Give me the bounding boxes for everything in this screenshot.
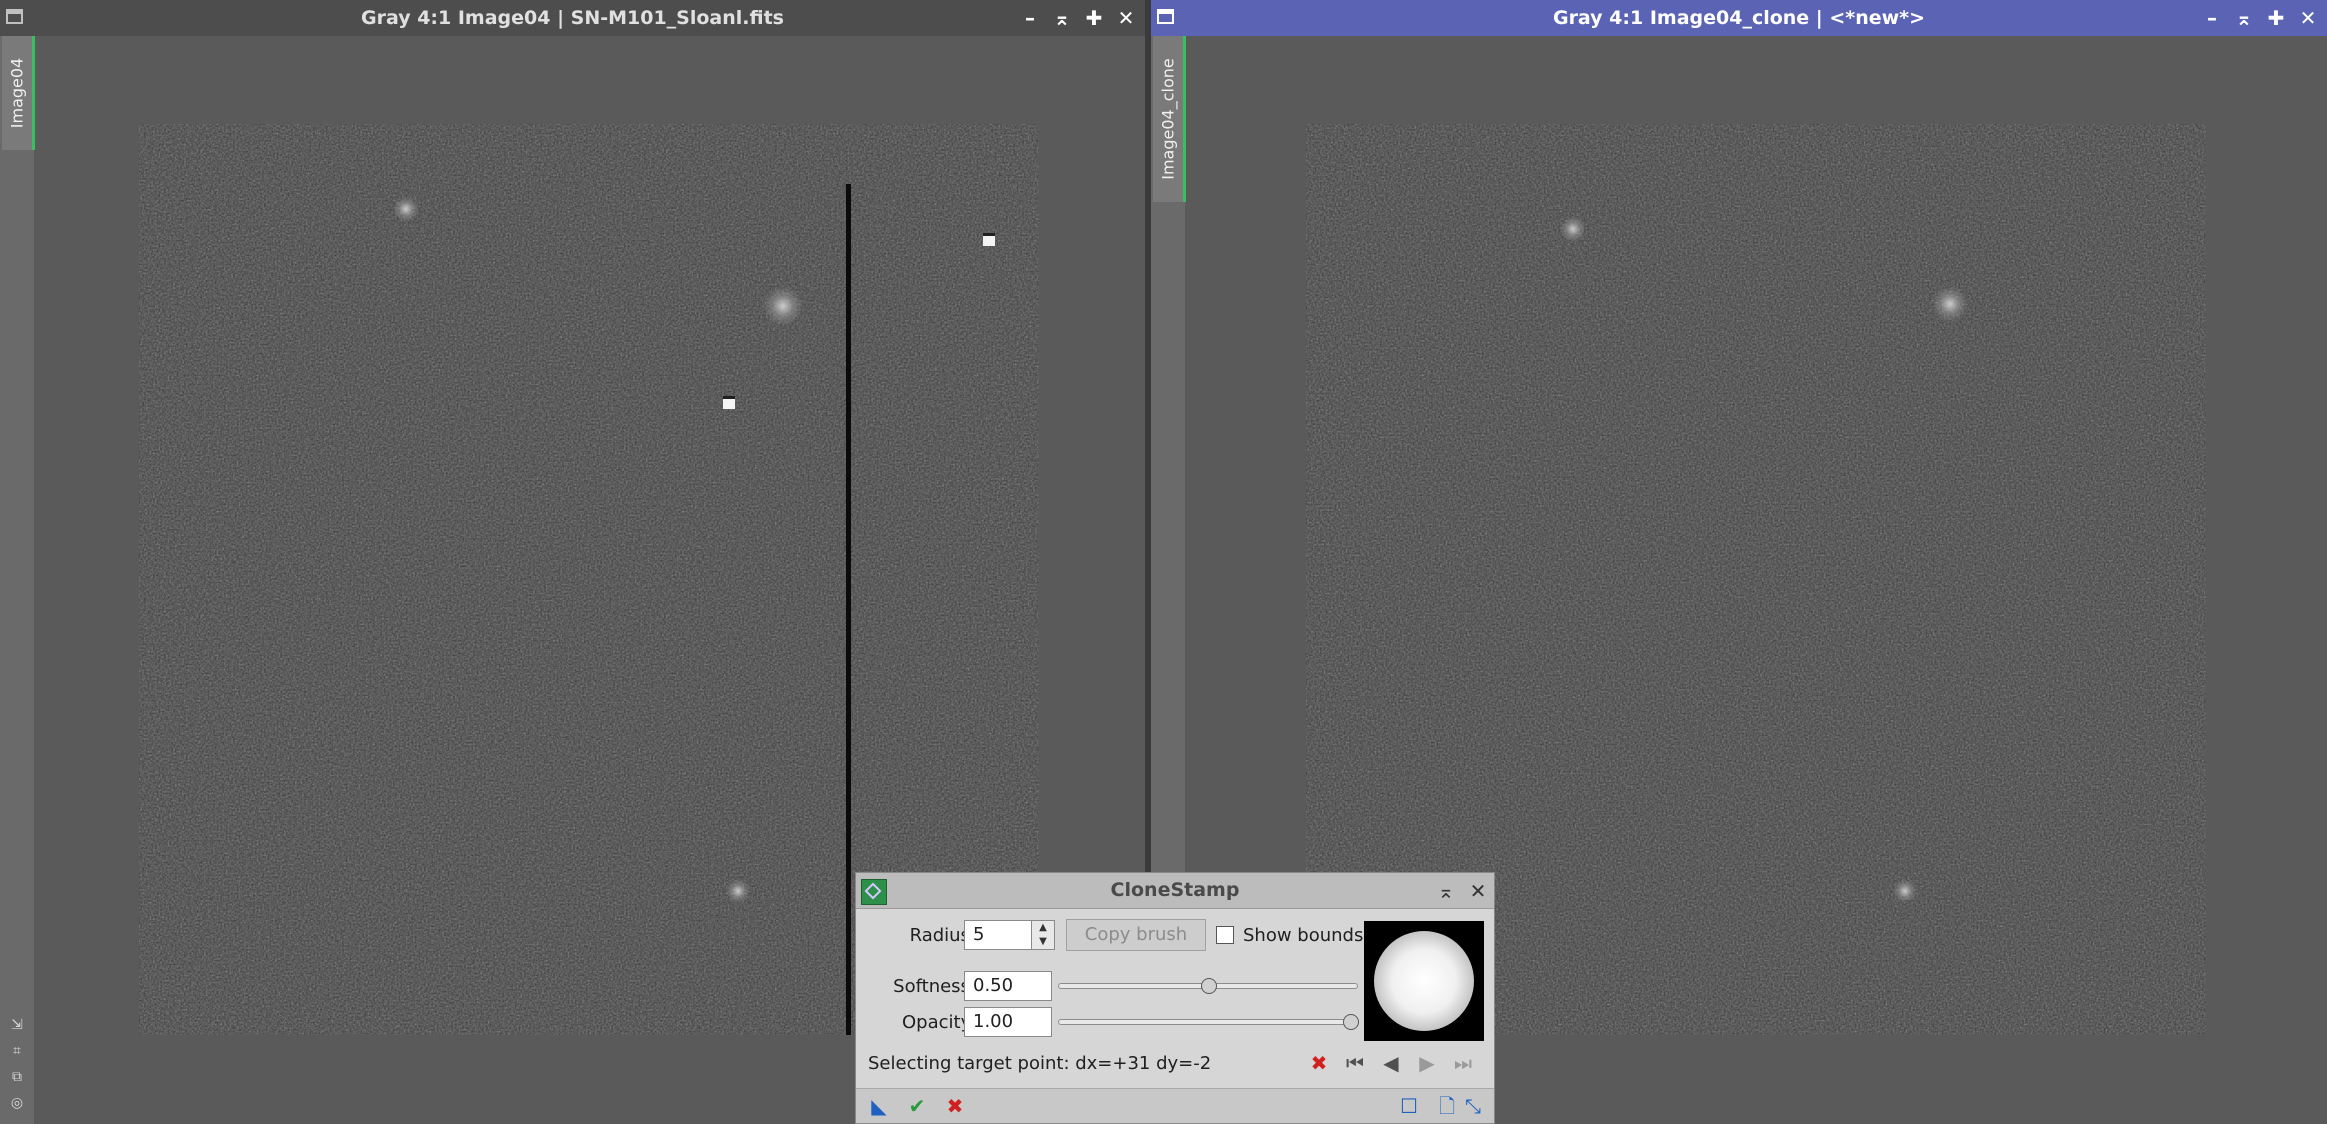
tab-label: Image04 bbox=[7, 57, 27, 129]
close-icon[interactable]: ✕ bbox=[1468, 881, 1488, 901]
shade-icon[interactable]: ⌅ bbox=[1436, 881, 1456, 901]
softness-label: Softness: bbox=[893, 976, 976, 997]
close-icon[interactable]: ✕ bbox=[2297, 7, 2319, 29]
star bbox=[1893, 879, 1917, 903]
spin-down-icon[interactable]: ▼ bbox=[1032, 935, 1054, 949]
left-window-sidebar: Image04 ⇲ ⌗ ⧉ ◎ bbox=[0, 36, 35, 1124]
delete-icon[interactable]: ✖ bbox=[1306, 1051, 1332, 1075]
shade-icon[interactable]: ⌅ bbox=[2233, 7, 2255, 29]
dialog-titlebar[interactable]: CloneStamp ⌅ ✕ bbox=[856, 873, 1494, 909]
show-bounds-checkbox[interactable] bbox=[1216, 926, 1234, 944]
arrow-icon[interactable]: ⇲ bbox=[8, 1016, 26, 1034]
minimize-icon[interactable]: – bbox=[1019, 7, 1041, 29]
crop-icon[interactable]: ⌗ bbox=[8, 1042, 26, 1060]
brush-preview bbox=[1364, 921, 1484, 1041]
spin-up-icon[interactable]: ▲ bbox=[1032, 921, 1054, 935]
copy-icon[interactable]: ⧉ bbox=[8, 1068, 26, 1086]
bad-column bbox=[846, 184, 851, 1035]
hot-pixel bbox=[983, 233, 995, 246]
softness-slider[interactable] bbox=[1058, 978, 1358, 994]
slider-handle[interactable] bbox=[1201, 978, 1217, 994]
star bbox=[726, 879, 750, 903]
star bbox=[1932, 286, 1968, 322]
show-bounds-label: Show bounds bbox=[1243, 925, 1364, 946]
tab-image04[interactable]: Image04 bbox=[2, 36, 35, 150]
last-icon[interactable]: ⏭ bbox=[1450, 1051, 1476, 1075]
opacity-field[interactable]: 1.00 bbox=[964, 1007, 1052, 1037]
close-icon[interactable]: ✕ bbox=[1115, 7, 1137, 29]
doc-icon[interactable]: 🗋 bbox=[1434, 1093, 1460, 1119]
tab-label: Image04_clone bbox=[1158, 58, 1178, 180]
softness-field[interactable]: 0.50 bbox=[964, 971, 1052, 1001]
target-icon[interactable]: ◎ bbox=[8, 1094, 26, 1112]
star bbox=[1560, 216, 1586, 242]
copy-brush-button[interactable]: Copy brush bbox=[1066, 919, 1206, 951]
right-window-titlebar[interactable]: Gray 4:1 Image04_clone | <*new*> – ⌅ ✚ ✕ bbox=[1151, 0, 2327, 36]
left-window-titlebar[interactable]: Gray 4:1 Image04 | SN-M101_Sloanl.fits –… bbox=[0, 0, 1145, 36]
prev-icon[interactable]: ◀ bbox=[1378, 1051, 1404, 1075]
slider-handle[interactable] bbox=[1343, 1014, 1359, 1030]
left-window-title: Gray 4:1 Image04 | SN-M101_Sloanl.fits bbox=[361, 7, 784, 29]
minimize-icon[interactable]: – bbox=[2201, 7, 2223, 29]
right-window-title: Gray 4:1 Image04_clone | <*new*> bbox=[1552, 7, 1926, 29]
apply-icon[interactable]: ✔ bbox=[904, 1093, 930, 1119]
opacity-slider[interactable] bbox=[1058, 1014, 1359, 1030]
new-instance-icon[interactable]: ◣ bbox=[866, 1093, 892, 1119]
brush-shape bbox=[1374, 931, 1474, 1031]
navigation-bar: ✖ ⏮ ◀ ▶ ⏭ bbox=[1306, 1051, 1476, 1075]
maximize-icon[interactable]: ✚ bbox=[1083, 7, 1105, 29]
preview-icon[interactable]: ⤡ bbox=[1460, 1093, 1486, 1119]
status-text: Selecting target point: dx=+31 dy=-2 bbox=[868, 1053, 1212, 1074]
dialog-footer: ◣ ✔ ✖ ☐ 🗋 ⤡ bbox=[856, 1088, 1494, 1123]
first-icon[interactable]: ⏮ bbox=[1342, 1051, 1368, 1075]
radius-label: Radius: bbox=[909, 925, 976, 946]
star bbox=[763, 286, 803, 326]
opacity-label: Opacity: bbox=[902, 1012, 976, 1033]
next-icon[interactable]: ▶ bbox=[1414, 1051, 1440, 1075]
maximize-icon[interactable]: ✚ bbox=[2265, 7, 2287, 29]
tab-image04-clone[interactable]: Image04_clone bbox=[1153, 36, 1186, 202]
clonestamp-dialog[interactable]: CloneStamp ⌅ ✕ Radius: 5 ▲ ▼ Copy brush … bbox=[855, 872, 1495, 1124]
star bbox=[393, 196, 419, 222]
radius-spinner[interactable]: ▲ ▼ bbox=[1031, 920, 1055, 950]
dialog-title: CloneStamp bbox=[1110, 879, 1240, 901]
reset-icon[interactable]: ☐ bbox=[1396, 1093, 1422, 1119]
radius-field[interactable]: 5 bbox=[964, 920, 1032, 950]
cancel-icon[interactable]: ✖ bbox=[942, 1093, 968, 1119]
shade-icon[interactable]: ⌅ bbox=[1051, 7, 1073, 29]
hot-pixel bbox=[723, 396, 735, 409]
